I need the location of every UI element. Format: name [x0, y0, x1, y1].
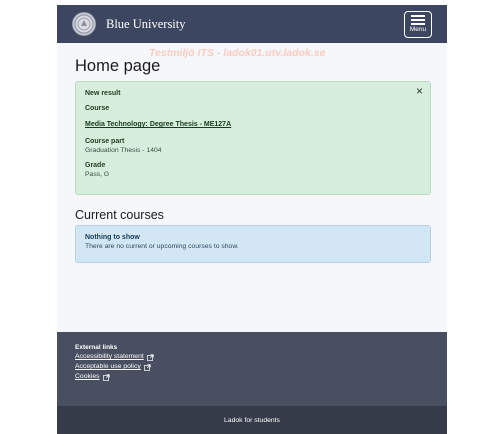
grade-label: Grade — [85, 162, 106, 169]
bottom-bar: Ladok for students — [57, 406, 447, 434]
course-part-value: Graduation Thesis - 1404 — [85, 147, 162, 154]
link-label: Accessibility statement — [75, 353, 144, 360]
new-result-alert: × New result Course Media Technology: De… — [75, 81, 431, 195]
external-link-icon — [146, 353, 154, 361]
courses-alert-text: There are no current or upcoming courses… — [85, 243, 239, 250]
hamburger-icon — [411, 15, 425, 25]
course-label: Course — [85, 105, 110, 112]
courses-alert-heading: Nothing to show — [85, 234, 140, 241]
current-courses-title: Current courses — [75, 208, 164, 222]
brand-name[interactable]: Blue University — [106, 17, 404, 32]
external-link-icon — [143, 363, 151, 371]
menu-button[interactable]: Menu — [404, 10, 432, 38]
page: Blue University Menu Testmiljö ITS - lad… — [0, 0, 478, 434]
top-navbar: Blue University Menu — [57, 5, 447, 43]
main-content: Testmiljö ITS - ladok01.utv.ladok.se Hom… — [57, 43, 447, 332]
app-name: Ladok for students — [224, 416, 280, 424]
acceptable-use-policy-link[interactable]: Acceptable use policy — [75, 362, 429, 372]
footer: External links Accessibility statement A… — [57, 332, 447, 406]
external-link-icon — [102, 373, 110, 381]
external-links-title: External links — [75, 344, 118, 351]
environment-watermark: Testmiljö ITS - ladok01.utv.ladok.se — [149, 47, 326, 59]
link-label: Acceptable use policy — [75, 363, 141, 370]
page-title: Home page — [75, 57, 161, 75]
current-courses-alert: Nothing to show There are no current or … — [75, 225, 431, 263]
menu-label: Menu — [409, 26, 427, 33]
course-link[interactable]: Media Technology: Degree Thesis - ME127A — [85, 121, 231, 128]
university-seal-icon[interactable] — [72, 12, 96, 36]
link-label: Cookies — [75, 373, 100, 380]
alert-heading: New result — [85, 90, 121, 97]
close-icon[interactable]: × — [416, 85, 423, 97]
grade-value: Pass, G — [85, 171, 110, 178]
accessibility-statement-link[interactable]: Accessibility statement — [75, 352, 429, 362]
course-part-label: Course part — [85, 138, 125, 145]
cookies-link[interactable]: Cookies — [75, 372, 429, 382]
